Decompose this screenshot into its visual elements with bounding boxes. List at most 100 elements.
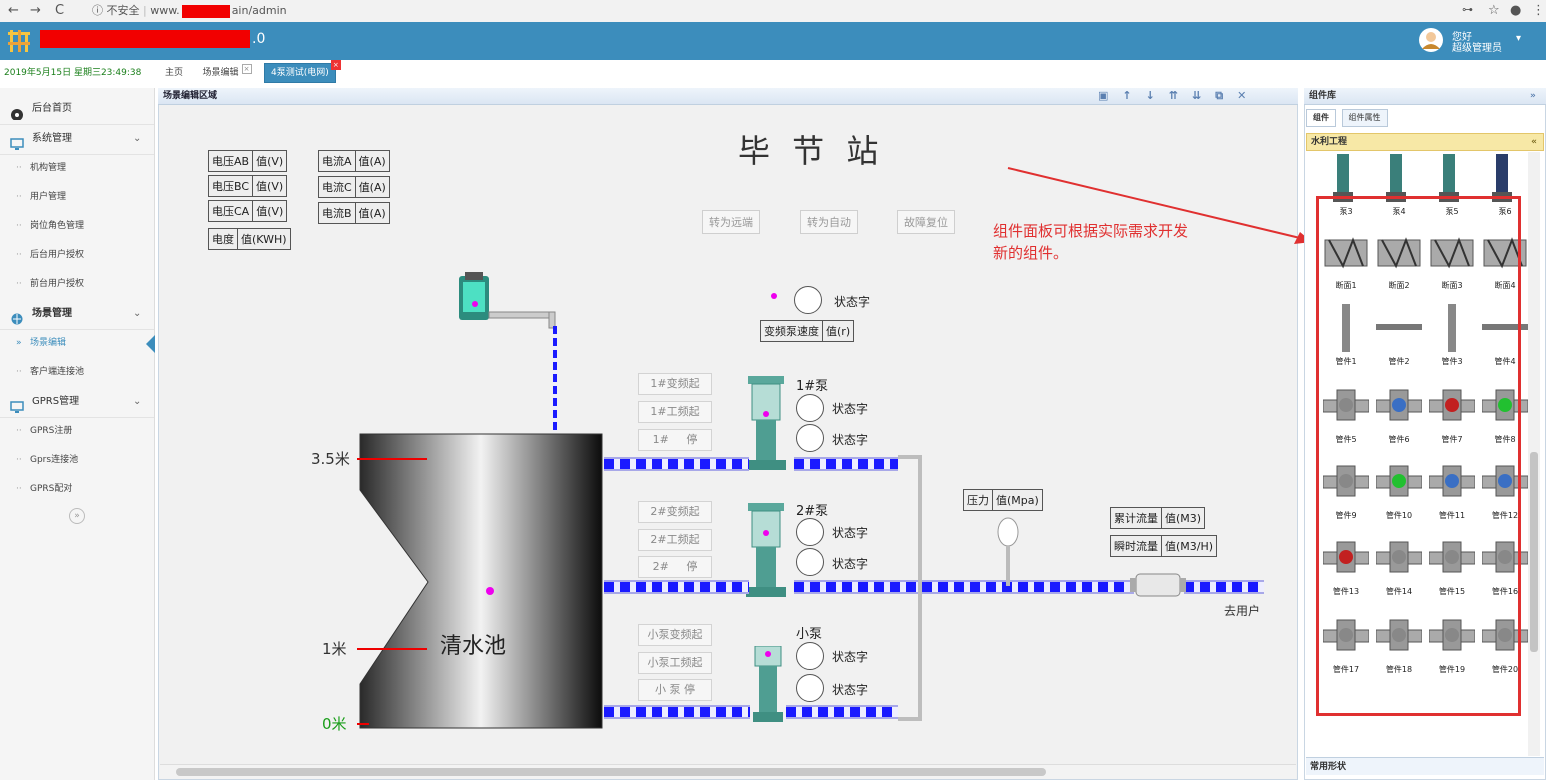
sidebar-item[interactable]: ·· 机构管理 [0, 154, 154, 183]
state-label: 状态字 [832, 433, 869, 447]
sidebar-item[interactable]: GPRS管理 ⌄ [0, 387, 154, 418]
close-icon[interactable]: × [241, 64, 252, 74]
pump1-stop-button[interactable]: 1# 停 [638, 429, 712, 451]
sidebar-item[interactable]: ·· 岗位角色管理 [0, 212, 154, 241]
collapse-sidebar-button[interactable]: » [0, 508, 154, 528]
readout-label: 电压CA [209, 201, 254, 221]
scrollbar-thumb[interactable] [176, 768, 1046, 776]
level-low-line [357, 648, 427, 650]
monitor-icon [10, 396, 24, 413]
readout-value: 值(M3/H) [1165, 540, 1214, 553]
sidebar-item-label: 前台用户授权 [30, 279, 85, 289]
arrow-up-icon[interactable]: ↑ [1122, 89, 1145, 102]
sidebar-item[interactable]: 场景管理 ⌄ [0, 299, 154, 330]
double-down-icon[interactable]: ⇊ [1192, 89, 1215, 102]
forward-icon[interactable]: → [30, 3, 41, 18]
sidebar-item[interactable]: » 场景编辑 [0, 329, 155, 358]
auto-mode-button[interactable]: 转为自动 [800, 210, 858, 234]
sidebar-item[interactable]: 后台首页 [0, 94, 154, 125]
pump1-line-start-button[interactable]: 1#工频起 [638, 401, 712, 423]
address-bar[interactable]: ⓘ 不安全 | www. ain/admin [92, 2, 287, 18]
component-scrollbar[interactable] [1528, 152, 1540, 756]
redacted-block [40, 30, 250, 48]
active-indicator [146, 335, 155, 353]
reload-icon[interactable]: C [55, 3, 64, 18]
pump2-state-1 [796, 518, 824, 546]
remote-mode-button[interactable]: 转为远端 [702, 210, 760, 234]
small-pump-line-start-button[interactable]: 小泵工频起 [638, 652, 712, 674]
readout-current-b: 电流B 值(A) [318, 202, 390, 224]
tree-connector: ·· [16, 250, 22, 260]
tree-connector: ·· [16, 279, 22, 289]
sidebar-item[interactable]: ·· GPRS注册 [0, 417, 154, 446]
chevron-up-icon[interactable]: « [1531, 134, 1537, 150]
sidebar-item[interactable]: ·· Gprs连接池 [0, 446, 154, 475]
tab-home[interactable]: 主页 [158, 63, 190, 83]
pump2-line-start-button[interactable]: 2#工频起 [638, 529, 712, 551]
readout-value: 值(Mpa) [996, 494, 1039, 507]
fault-reset-button[interactable]: 故障复位 [897, 210, 955, 234]
chevron-down-icon[interactable]: ⌄ [133, 387, 141, 417]
editor-header: 场景编辑区域 ▣↑↓⇈⇊⧉✕ [158, 88, 1298, 105]
menu-icon[interactable]: ⋮ [1532, 3, 1545, 18]
copy-icon[interactable]: ⧉ [1215, 89, 1237, 102]
delete-icon[interactable]: ✕ [1237, 89, 1260, 102]
pump1-vfd-start-button[interactable]: 1#变频起 [638, 373, 712, 395]
sidebar-item[interactable]: ·· 前台用户授权 [0, 270, 154, 299]
sidebar-item[interactable]: ·· 后台用户授权 [0, 241, 154, 270]
section-header-hydraulic[interactable]: 水利工程 « [1306, 133, 1544, 151]
small-pump-vfd-start-button[interactable]: 小泵变频起 [638, 624, 712, 646]
pump2-vfd-start-button[interactable]: 2#变频起 [638, 501, 712, 523]
account-icon[interactable]: ● [1510, 3, 1521, 18]
tree-connector: ·· [16, 484, 22, 494]
chevron-down-icon[interactable]: ⌄ [133, 124, 141, 154]
tab-scene-edit[interactable]: 场景编辑 × [196, 63, 259, 83]
readout-label: 电度 [209, 229, 238, 249]
pump-1-name: 1#泵 [796, 379, 829, 394]
readout-label: 压力 [964, 490, 993, 510]
pump-2-icon[interactable] [746, 503, 796, 599]
horizontal-scrollbar[interactable] [160, 764, 1296, 779]
section-header-common-shapes[interactable]: 常用形状 [1306, 757, 1544, 775]
pipe-row-3-left [604, 705, 750, 719]
star-icon[interactable]: ☆ [1488, 3, 1500, 18]
level-zero-label: 0米 [322, 715, 347, 733]
small-pump-stop-button[interactable]: 小 泵 停 [638, 679, 712, 701]
back-icon[interactable]: ← [8, 3, 19, 18]
arrow-down-icon[interactable]: ↓ [1146, 89, 1169, 102]
readout-vfd-speed: 变频泵速度 值(r) [760, 320, 855, 342]
flowmeter-icon[interactable] [1128, 570, 1188, 600]
chevron-down-icon[interactable]: ⌄ [133, 299, 141, 329]
sidebar-item[interactable]: ·· GPRS配对 [0, 475, 154, 504]
globe-icon [10, 308, 24, 325]
scrollbar-thumb[interactable] [1530, 452, 1538, 652]
pump-1-icon[interactable] [746, 376, 796, 472]
top-pump-unit[interactable] [455, 272, 563, 422]
small-pump-icon[interactable] [751, 646, 785, 726]
sidebar-item[interactable]: 系统管理 ⌄ [0, 124, 154, 155]
level-zero-line [357, 723, 369, 725]
pipe-row-2-right [794, 580, 1134, 594]
collapse-icon[interactable]: » [1530, 88, 1536, 104]
sidebar-item[interactable]: ·· 客户端连接池 [0, 358, 154, 387]
collapse-icon: » [69, 508, 85, 524]
readout-label: 电流B [319, 203, 356, 223]
pipe-row-3-right [786, 705, 898, 719]
level-low-label: 1米 [322, 640, 347, 658]
close-icon[interactable]: × [330, 60, 341, 70]
double-up-icon[interactable]: ⇈ [1169, 89, 1192, 102]
tab-component-props[interactable]: 组件属性 [1341, 109, 1388, 127]
pump1-state-2 [796, 424, 824, 452]
pump2-stop-button[interactable]: 2# 停 [638, 556, 712, 578]
tab-components[interactable]: 组件 [1306, 109, 1336, 127]
readout-value: 值(r) [826, 325, 851, 338]
key-icon[interactable]: ⊶ [1462, 3, 1473, 16]
tree-connector: ·· [16, 163, 22, 173]
tab-pump-test[interactable]: 4泵测试(电网) × [264, 60, 341, 83]
pressure-gauge-icon[interactable] [995, 516, 1021, 594]
save-icon[interactable]: ▣ [1098, 89, 1122, 102]
sidebar-item[interactable]: ·· 用户管理 [0, 183, 154, 212]
tab-label: 主页 [165, 68, 184, 78]
pipe-inlet [553, 326, 557, 431]
clear-water-tank[interactable] [358, 432, 606, 732]
